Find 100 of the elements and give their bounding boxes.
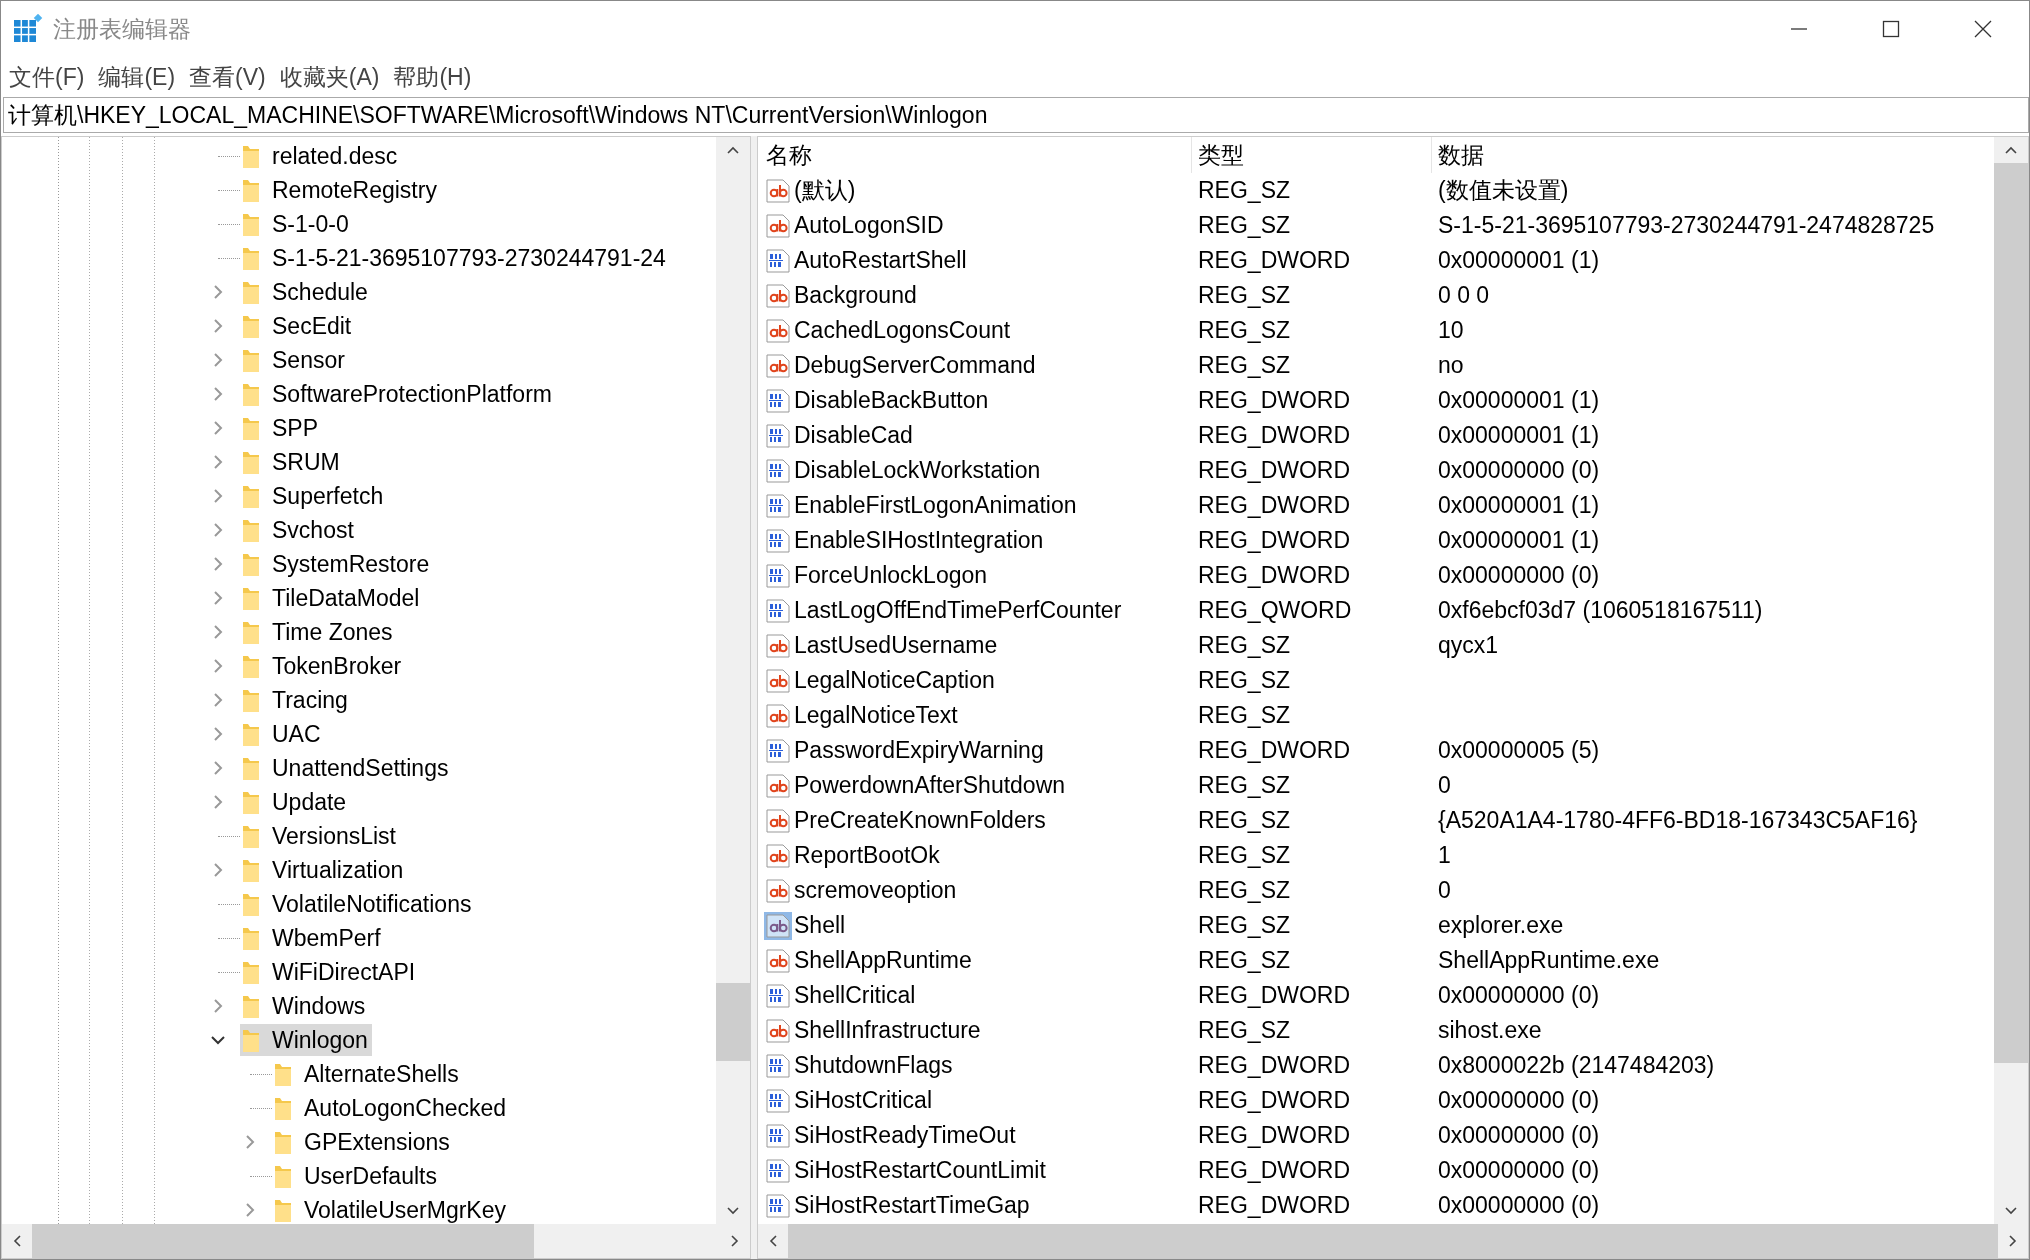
scrollbar-thumb[interactable] [716,983,750,1061]
value-name[interactable]: LastUsedUsername [794,632,998,659]
scrollbar-thumb[interactable] [32,1224,535,1258]
value-name[interactable]: DebugServerCommand [794,352,1036,379]
value-name[interactable]: EnableFirstLogonAnimation [794,492,1077,519]
horizontal-scrollbar[interactable] [2,1224,750,1258]
value-name[interactable]: LastLogOffEndTimePerfCounter [794,597,1122,624]
value-name[interactable]: (默认) [794,175,856,206]
scroll-down-icon[interactable] [2004,1206,2018,1216]
tree-item[interactable]: TileDataModel [240,582,424,614]
value-data: 0 [1437,772,1452,799]
value-data: 0x00000001 (1) [1437,422,1601,449]
tree-item[interactable]: S-1-0-0 [240,208,353,240]
tree-item[interactable]: WbemPerf [240,922,385,954]
address-bar[interactable]: 计算机\HKEY_LOCAL_MACHINE\SOFTWARE\Microsoft\Windows NT\CurrentVersion\Winlogon [3,97,2029,133]
scroll-down-icon[interactable] [726,1206,740,1216]
tree-item[interactable]: SoftwareProtectionPlatform [240,378,556,410]
maximize-icon[interactable] [1882,20,1900,38]
column-header[interactable]: 数据 [1432,137,1994,173]
value-type: REG_DWORD [1197,527,1352,554]
value-name[interactable]: SiHostCritical [794,1087,933,1114]
value-name[interactable]: PreCreateKnownFolders [794,807,1046,834]
scroll-right-icon[interactable] [2008,1234,2018,1248]
value-name[interactable]: PasswordExpiryWarning [794,737,1044,764]
tree-item[interactable]: Time Zones [240,616,397,648]
tree-item[interactable]: GPExtensions [272,1126,454,1158]
tree-item[interactable]: related.desc [240,140,402,172]
tree-item[interactable]: UAC [240,718,325,750]
value-name[interactable]: DisableBackButton [794,387,989,414]
folder-icon [242,721,260,747]
tree-item[interactable]: SystemRestore [240,548,434,580]
value-name[interactable]: SiHostReadyTimeOut [794,1122,1016,1149]
folder-icon [242,347,260,373]
value-data: (数值未设置) [1437,176,1570,205]
tree-item[interactable]: VolatileNotifications [240,888,476,920]
value-name[interactable]: ShutdownFlags [794,1052,953,1079]
value-name[interactable]: scremoveoption [794,877,957,904]
tree-item[interactable]: Windows [240,990,370,1022]
tree-item[interactable]: VolatileUserMgrKey [272,1194,510,1224]
tree-item[interactable]: UserDefaults [272,1160,441,1192]
value-type: REG_DWORD [1197,457,1352,484]
value-name[interactable]: LegalNoticeCaption [794,667,995,694]
tree-item[interactable]: Svchost [240,514,358,546]
value-name[interactable]: DisableCad [794,422,913,449]
folder-icon [242,959,260,985]
tree-item[interactable]: S-1-5-21-3695107793-2730244791-24 [240,242,670,274]
value-name[interactable]: AutoLogonSID [794,212,944,239]
value-name[interactable]: LegalNoticeText [794,702,958,729]
tree-item[interactable]: Virtualization [240,854,408,886]
tree-item[interactable]: Superfetch [240,480,388,512]
value-name[interactable]: CachedLogonsCount [794,317,1011,344]
menu-item[interactable]: 查看(V) [189,61,266,93]
tree-item[interactable]: SPP [240,412,323,444]
menu-item[interactable]: 编辑(E) [98,61,176,93]
vertical-scrollbar[interactable] [716,137,750,1224]
value-name[interactable]: DisableLockWorkstation [794,457,1041,484]
tree-item[interactable]: SecEdit [240,310,356,342]
tree-item[interactable]: UnattendSettings [240,752,453,784]
folder-icon [242,653,260,679]
scroll-left-icon[interactable] [768,1234,778,1248]
vertical-scrollbar[interactable] [1994,137,2028,1224]
close-icon[interactable] [1974,20,1992,38]
value-name[interactable]: AutoRestartShell [794,247,967,274]
menu-item[interactable]: 收藏夹(A) [279,61,380,93]
scrollbar-thumb[interactable] [1994,163,2028,1063]
tree-item[interactable]: SRUM [240,446,344,478]
tree-item[interactable]: Update [240,786,351,818]
value-name[interactable]: ShellInfrastructure [794,1017,981,1044]
menu-item[interactable]: 文件(F) [9,61,85,93]
value-type: REG_SZ [1197,352,1292,379]
value-data: 0x8000022b (2147484203) [1437,1052,1716,1079]
value-name[interactable]: ShellAppRuntime [794,947,972,974]
value-name[interactable]: EnableSIHostIntegration [794,527,1044,554]
menu-item[interactable]: 帮助(H) [393,61,472,93]
value-name[interactable]: Shell [794,912,846,939]
column-header[interactable]: 名称 [758,137,1192,173]
scroll-left-icon[interactable] [12,1234,22,1248]
column-header[interactable]: 类型 [1192,137,1432,173]
tree-item[interactable]: AutoLogonChecked [272,1092,511,1124]
folder-icon [242,313,260,339]
tree-item[interactable]: Sensor [240,344,349,376]
tree-item[interactable]: AlternateShells [272,1058,463,1090]
value-name[interactable]: Background [794,282,917,309]
value-name[interactable]: ReportBootOk [794,842,940,869]
scroll-right-icon[interactable] [730,1234,740,1248]
scroll-up-icon[interactable] [2004,145,2018,155]
tree-item[interactable]: Tracing [240,684,352,716]
scroll-up-icon[interactable] [726,145,740,155]
value-name[interactable]: ForceUnlockLogon [794,562,988,589]
tree-item[interactable]: WiFiDirectAPI [240,956,420,988]
value-name[interactable]: SiHostRestartTimeGap [794,1192,1030,1219]
tree-item[interactable]: TokenBroker [240,650,406,682]
tree-item[interactable]: VersionsList [240,820,400,852]
tree-item[interactable]: Schedule [240,276,372,308]
tree-item[interactable]: Winlogon [240,1024,372,1056]
tree-item[interactable]: RemoteRegistry [240,174,441,206]
value-data: 0x00000000 (0) [1437,1087,1601,1114]
value-name[interactable]: PowerdownAfterShutdown [794,772,1066,799]
value-name[interactable]: SiHostRestartCountLimit [794,1157,1046,1184]
value-name[interactable]: ShellCritical [794,982,916,1009]
